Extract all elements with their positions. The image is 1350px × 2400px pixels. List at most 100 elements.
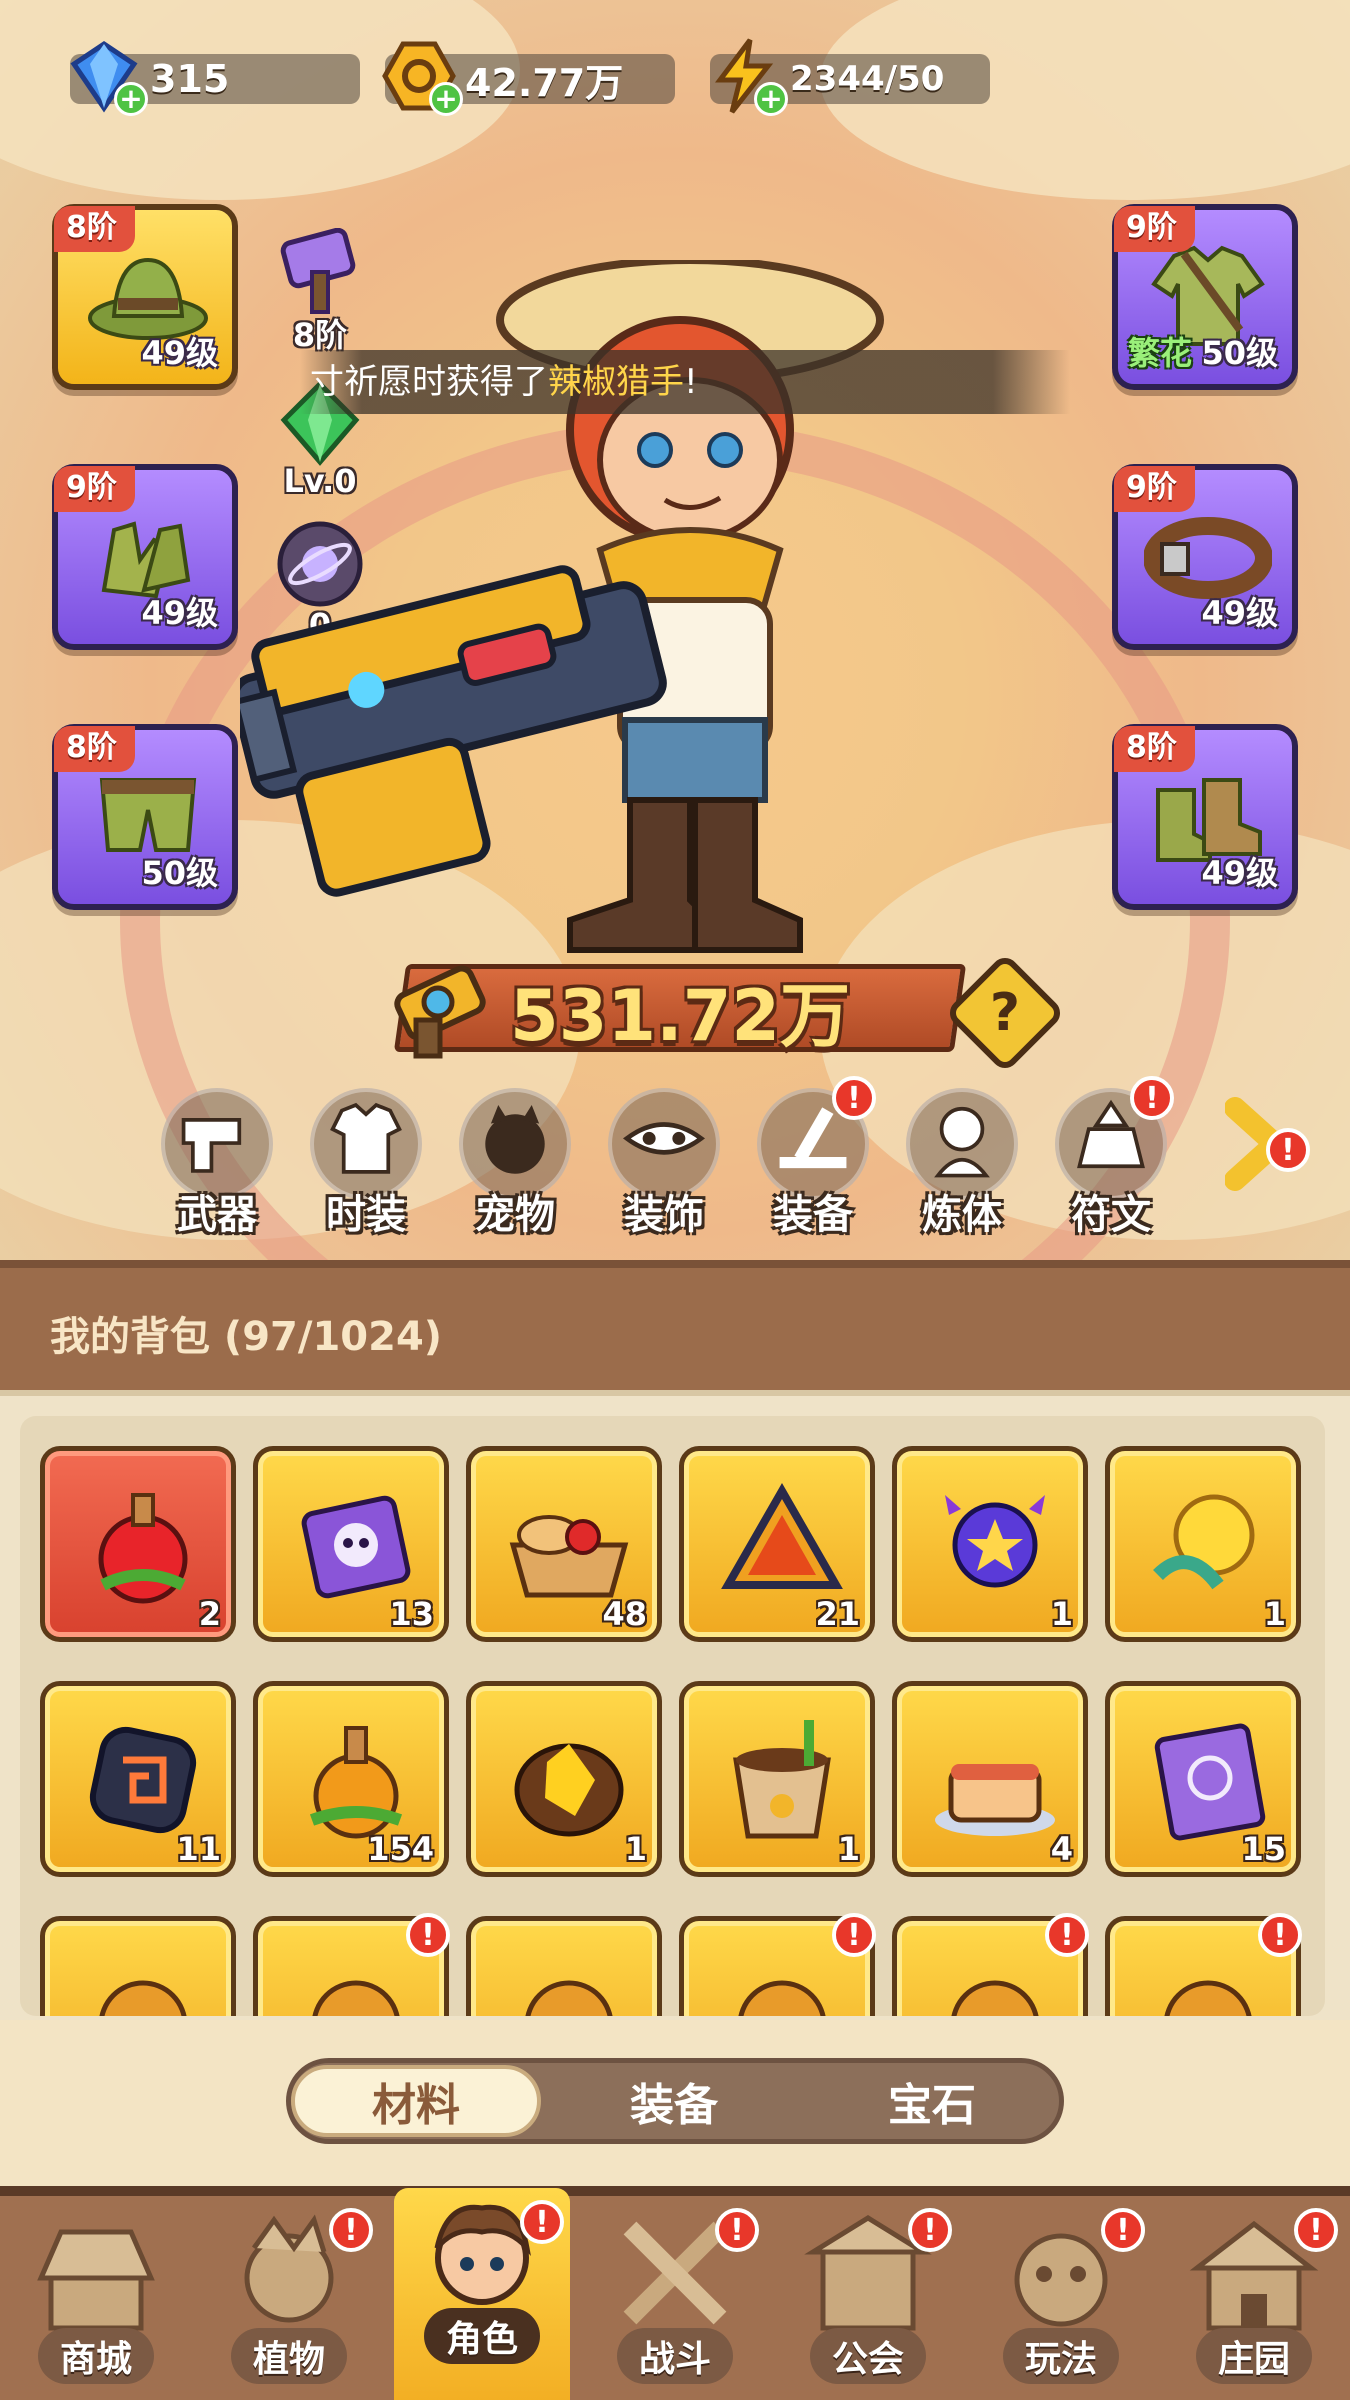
nav-shop[interactable]: 商城 (6, 2208, 186, 2400)
level-label: 49级 (1201, 854, 1278, 892)
item-count: 1 (1050, 1595, 1073, 1633)
function-rune[interactable]: 符文! (1046, 1076, 1176, 1238)
backpack-item[interactable]: 1 (892, 1446, 1088, 1642)
function-label: 宠物 (475, 1192, 555, 1238)
backpack-item[interactable]: 13 (253, 1446, 449, 1642)
backpack-item[interactable]: ! (253, 1913, 450, 2016)
power-value: 531.72万 (510, 975, 851, 1057)
function-costume[interactable]: 时装 (301, 1088, 431, 1238)
function-equipment[interactable]: 装备! (748, 1076, 878, 1238)
backpack-item[interactable]: 48 (466, 1446, 662, 1642)
function-decoration[interactable]: 装饰 (599, 1088, 729, 1238)
backpack-item[interactable]: 21 (679, 1446, 875, 1642)
gold-coin-icon: + (377, 34, 463, 118)
nav-battle[interactable]: 战斗! (585, 2208, 765, 2400)
banner-prefix: 寸祈愿时获得了 (310, 362, 548, 402)
alert-badge: ! (1045, 1913, 1089, 1957)
tier-badge: 8阶 (54, 206, 135, 252)
equip-slot-belt[interactable]: 9阶 49级 (1112, 464, 1298, 650)
backpack-panel: 2 13 48 21 1 1 11 154 1 1 4 15!!!! (0, 1390, 1350, 2020)
equip-slot-pants[interactable]: 8阶 50级 (52, 724, 238, 910)
equip-slot-boots[interactable]: 8阶 49级 (1112, 724, 1298, 910)
apple-potion-icon (98, 1493, 188, 1604)
nav-label: 玩法 (1002, 2328, 1119, 2384)
tab-equipment[interactable]: 装备 (549, 2065, 799, 2137)
backpack-item[interactable]: 1 (1105, 1446, 1301, 1642)
announcement-banner: 寸祈愿时获得了辣椒猎手! (300, 350, 1070, 414)
diamond-icon: + (62, 34, 148, 118)
backpack-item[interactable] (466, 1916, 662, 2016)
flower-pot-icon (733, 1720, 831, 1839)
item-count: 21 (815, 1595, 860, 1633)
backpack-item[interactable] (40, 1916, 236, 2016)
backpack-item[interactable]: 11 (40, 1681, 236, 1877)
alert-badge: ! (406, 1913, 450, 1957)
alert-badge: ! (329, 2208, 373, 2252)
cake-icon (935, 1764, 1055, 1836)
backpack-item[interactable]: 1 (679, 1681, 875, 1877)
tab-gems[interactable]: 宝石 (807, 2065, 1057, 2137)
rune-stone-icon (89, 1726, 197, 1834)
gold-ore-icon (514, 1743, 624, 1837)
more-functions-button[interactable]: ! (1220, 1088, 1310, 1238)
backpack-item[interactable]: 4 (892, 1681, 1088, 1877)
alert-badge: ! (1266, 1128, 1310, 1172)
golden-flower-icon (1153, 1494, 1255, 1590)
function-label: 武器 (177, 1192, 257, 1238)
nav-guild[interactable]: 公会! (778, 2208, 958, 2400)
tier-badge: 8阶 (54, 726, 135, 772)
backpack-item[interactable]: 154 (253, 1681, 449, 1877)
nav-character[interactable]: 角色! (394, 2188, 570, 2400)
level-label: 50级 (1201, 334, 1278, 372)
nav-label: 庄园 (1195, 2328, 1312, 2384)
banner-suffix: ! (684, 362, 698, 402)
backpack-item[interactable]: ! (679, 1913, 876, 2016)
add-energy-icon[interactable]: + (754, 82, 788, 116)
function-label: 时装 (326, 1192, 406, 1238)
add-gold-icon[interactable]: + (429, 82, 463, 116)
item-icon (312, 1980, 400, 2016)
equip-slot-hat[interactable]: 8阶 49级 (52, 204, 238, 390)
orange-potion-icon (309, 1726, 403, 1839)
tab-materials[interactable]: 材料 (291, 2065, 541, 2137)
shop-icon (21, 2208, 171, 2338)
gems-counter[interactable]: 315 + (70, 40, 360, 116)
backpack-item[interactable]: 1 (466, 1681, 662, 1877)
backpack-title: 我的背包 (97/1024) (50, 1314, 443, 1360)
nav-gameplay[interactable]: 玩法! (971, 2208, 1151, 2400)
alert-badge: ! (520, 2200, 564, 2244)
alert-badge: ! (832, 1913, 876, 1957)
backpack-item[interactable]: 15 (1105, 1681, 1301, 1877)
item-grid[interactable]: 2 13 48 21 1 1 11 154 1 1 4 15!!!! (20, 1416, 1325, 2016)
gold-counter[interactable]: 42.77万 + (382, 41, 675, 116)
function-pet[interactable]: 宠物 (450, 1088, 580, 1238)
energy-counter[interactable]: 2344/50 + (710, 38, 990, 116)
tier-badge: 9阶 (1114, 466, 1195, 512)
function-body-training[interactable]: 炼体 (897, 1088, 1027, 1238)
nav-label: 公会 (809, 2328, 926, 2384)
lightning-icon: + (702, 34, 788, 118)
nav-label: 植物 (230, 2328, 347, 2384)
backpack-item[interactable]: 2 (40, 1446, 236, 1642)
item-count: 1 (624, 1830, 647, 1868)
food-basket-icon (509, 1515, 629, 1598)
item-icon (738, 1980, 826, 2016)
backpack-item[interactable]: ! (1105, 1913, 1302, 2016)
alert-badge: ! (1130, 1076, 1174, 1120)
function-label: 符文 (1071, 1192, 1151, 1238)
item-icon (951, 1980, 1039, 2016)
nav-manor[interactable]: 庄园! (1164, 2208, 1344, 2400)
add-gems-icon[interactable]: + (114, 82, 148, 116)
equip-slot-gloves[interactable]: 9阶 49级 (52, 464, 238, 650)
skull-scroll-icon (301, 1495, 411, 1599)
alert-badge: ! (715, 2208, 759, 2252)
equip-slot-shirt[interactable]: 9阶 繁花 50级 (1112, 204, 1298, 390)
combat-power: 531.72万 (360, 950, 980, 1060)
item-count: 4 (1050, 1830, 1073, 1868)
alert-badge: ! (832, 1076, 876, 1120)
function-weapon[interactable]: 武器 (152, 1088, 282, 1238)
spell-book-icon (1154, 1723, 1266, 1841)
backpack-item[interactable]: ! (892, 1913, 1089, 2016)
nav-plants[interactable]: 植物! (199, 2208, 379, 2400)
item-count: 11 (176, 1830, 221, 1868)
